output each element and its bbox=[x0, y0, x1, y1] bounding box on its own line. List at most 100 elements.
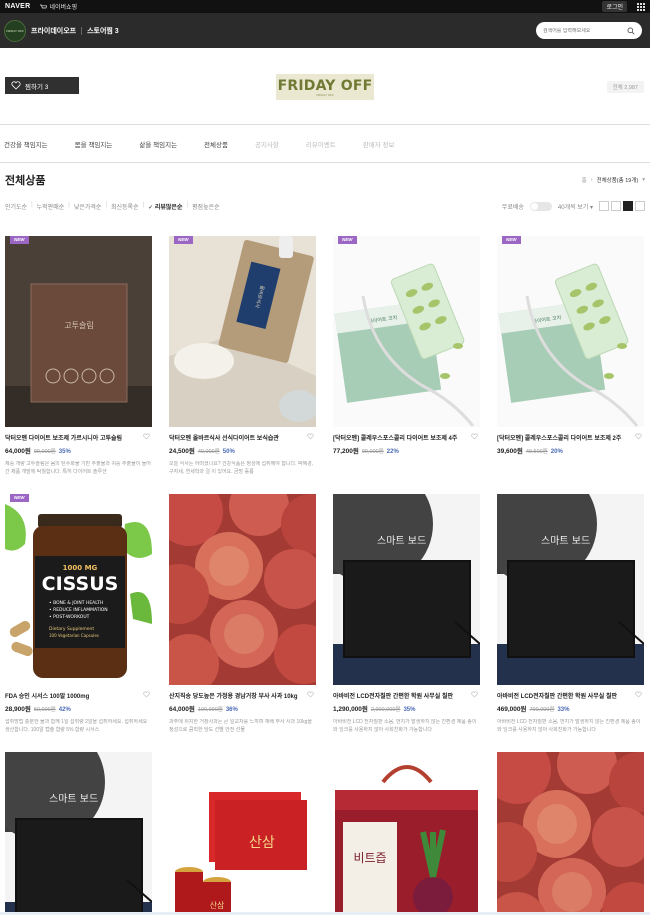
view-grid-icon[interactable] bbox=[623, 201, 633, 211]
visitor-count-badge: 전체 2,987 bbox=[606, 81, 644, 93]
breadcrumb-current[interactable]: 전체상품(총 19개) bbox=[597, 176, 639, 184]
svg-text:1000 MG: 1000 MG bbox=[63, 564, 98, 572]
svg-text:산삼: 산삼 bbox=[210, 900, 225, 910]
sort-option[interactable]: 누적판매순 bbox=[37, 202, 65, 211]
store-header-bar: FRIDAY OFF 프라이데이오프 스토어찜 3 bbox=[0, 13, 650, 48]
product-name[interactable]: [닥터오멘] 콜레우스포스콜리 다이어트 보조제 2주 bbox=[497, 433, 632, 442]
heart-icon[interactable] bbox=[471, 433, 478, 440]
category-tab[interactable]: 전체상품 bbox=[204, 139, 228, 149]
category-tab[interactable]: 삶을 책임지는 bbox=[139, 139, 177, 149]
sort-option[interactable]: 낮은가격순 bbox=[74, 202, 102, 211]
product-card[interactable]: 스마트 보드 아바비전 LCD전자칠판 간편한 학원 사무실 칠판 469,00… bbox=[497, 494, 644, 734]
product-image[interactable]: 다이어트 코치 bbox=[333, 236, 480, 427]
heart-icon[interactable] bbox=[635, 433, 642, 440]
product-name[interactable]: 닥터오멘 올바르식사 선식다이어트 보식습관 bbox=[169, 433, 304, 442]
product-thumbnail[interactable]: 고투슬림 NEW bbox=[5, 236, 152, 427]
category-tab[interactable]: 리뷰이벤트 bbox=[306, 139, 336, 149]
product-thumbnail[interactable]: 다이어트 코치 NEW bbox=[333, 236, 480, 427]
heart-icon[interactable] bbox=[143, 691, 150, 698]
product-card[interactable]: 산지직송 당도높은 가정용 경남거창 부사 사과 10kg 64,000원 10… bbox=[169, 494, 316, 734]
price-line: 469,000원 700,000원 33% bbox=[497, 703, 644, 713]
store-logo-text: FRIDAY OFF bbox=[6, 28, 24, 33]
heart-icon[interactable] bbox=[635, 691, 642, 698]
product-name[interactable]: 산지직송 당도높은 가정용 경남거창 부사 사과 10kg bbox=[169, 691, 304, 700]
naver-shopping-link[interactable]: 네이버쇼핑 bbox=[40, 2, 77, 11]
chevron-down-icon[interactable]: ▾ bbox=[642, 177, 645, 183]
follow-button[interactable]: 찜하기 3 bbox=[5, 77, 79, 94]
product-thumbnail[interactable]: 스마트 보드 bbox=[5, 752, 152, 915]
product-thumbnail[interactable]: 다이어트 코치 NEW bbox=[497, 236, 644, 427]
product-card[interactable]: 고투슬림 NEW 닥터오멘 다이어트 보조제 가르시니아 고투슬림 64,000원… bbox=[5, 236, 152, 476]
product-card[interactable]: 비트즙 bbox=[333, 752, 480, 915]
product-thumbnail[interactable]: 스마트 보드 bbox=[333, 494, 480, 685]
free-shipping-toggle[interactable] bbox=[529, 201, 552, 211]
product-image[interactable]: 다이어트 코치 bbox=[497, 236, 644, 427]
product-image[interactable] bbox=[169, 494, 316, 685]
category-tab[interactable]: 건강을 책임지는 bbox=[4, 139, 48, 149]
new-badge: NEW bbox=[174, 236, 193, 244]
price-line: 64,000원 100,000원 36% bbox=[169, 703, 316, 713]
heart-icon[interactable] bbox=[143, 433, 150, 440]
heart-icon[interactable] bbox=[307, 433, 314, 440]
sort-option[interactable]: 최신등록순 bbox=[111, 202, 139, 211]
category-tab[interactable]: 판매자 정보 bbox=[363, 139, 395, 149]
page-size-select[interactable]: 40개씩 보기 ▾ bbox=[558, 202, 593, 211]
product-card[interactable] bbox=[497, 752, 644, 915]
product-thumbnail[interactable]: 1000 MG CISSUS • BONE & JOINT HEALTH • R… bbox=[5, 494, 152, 685]
product-card[interactable]: 다이어트 코치 NEW [닥터오멘] 콜레우스포스콜리 다이어트 보조제 4주 7… bbox=[333, 236, 480, 476]
product-thumbnail[interactable] bbox=[497, 752, 644, 915]
store-follow-count[interactable]: 스토어찜 3 bbox=[87, 26, 119, 36]
heart-icon[interactable] bbox=[471, 691, 478, 698]
naver-logo[interactable]: NAVER bbox=[5, 3, 30, 10]
product-card[interactable]: 올바르식사 NEW 닥터오멘 올바르식사 선식다이어트 보식습관 24,500원 … bbox=[169, 236, 316, 476]
product-card[interactable]: 산삼 산삼 bbox=[169, 752, 316, 915]
sale-price: 77,200원 bbox=[333, 448, 359, 455]
heart-icon[interactable] bbox=[307, 691, 314, 698]
product-thumbnail[interactable]: 올바르식사 NEW bbox=[169, 236, 316, 427]
product-image[interactable]: 스마트 보드 bbox=[333, 494, 480, 685]
product-thumbnail[interactable] bbox=[169, 494, 316, 685]
product-image[interactable]: 스마트 보드 bbox=[497, 494, 644, 685]
product-card[interactable]: 다이어트 코치 NEW [닥터오멘] 콜레우스포스콜리 다이어트 보조제 2주 3… bbox=[497, 236, 644, 476]
product-image[interactable]: 올바르식사 bbox=[169, 236, 316, 427]
product-name[interactable]: 닥터오멘 다이어트 보조제 가르시니아 고투슬림 bbox=[5, 433, 140, 442]
product-card[interactable]: 1000 MG CISSUS • BONE & JOINT HEALTH • R… bbox=[5, 494, 152, 734]
product-image[interactable] bbox=[497, 752, 644, 915]
product-thumbnail[interactable]: 비트즙 bbox=[333, 752, 480, 915]
product-thumbnail[interactable]: 산삼 산삼 bbox=[169, 752, 316, 915]
search-input[interactable] bbox=[543, 27, 627, 34]
store-name[interactable]: 프라이데이오프 bbox=[31, 26, 76, 36]
friday-off-logo[interactable]: FRIDAY OFF FRIDAY OFF bbox=[276, 74, 374, 100]
sort-option[interactable]: 평점높은순 bbox=[192, 202, 220, 211]
product-image[interactable]: 고투슬림 bbox=[5, 236, 152, 427]
category-tab[interactable]: 공지사항 bbox=[255, 139, 279, 149]
sort-option[interactable]: ✓ 리뷰많은순 bbox=[148, 202, 182, 211]
product-card[interactable]: 스마트 보드 아바비전 LCD전자칠판 간편한 학원 사무실 칠판 1,290,… bbox=[333, 494, 480, 734]
store-logo[interactable]: FRIDAY OFF bbox=[4, 19, 26, 42]
product-name[interactable]: [닥터오멘] 콜레우스포스콜리 다이어트 보조제 4주 bbox=[333, 433, 468, 442]
product-name[interactable]: FDA 승인 시서스 100알 1000mg bbox=[5, 691, 140, 700]
product-image[interactable]: 1000 MG CISSUS • BONE & JOINT HEALTH • R… bbox=[5, 494, 152, 685]
search-icon[interactable] bbox=[627, 27, 635, 35]
product-image[interactable]: 비트즙 bbox=[333, 752, 480, 915]
sort-option[interactable]: 인기도순 bbox=[5, 202, 27, 211]
view-grid-large-icon[interactable] bbox=[635, 201, 645, 211]
cart-icon bbox=[40, 4, 48, 8]
product-image[interactable]: 스마트 보드 bbox=[5, 752, 152, 915]
new-badge: NEW bbox=[10, 236, 29, 244]
store-search-box[interactable] bbox=[536, 22, 642, 39]
sort-divider: | bbox=[142, 201, 145, 208]
breadcrumb-home[interactable]: 홈 bbox=[582, 176, 587, 184]
view-list-icon[interactable] bbox=[599, 201, 609, 211]
category-tab[interactable]: 몸을 책임지는 bbox=[75, 139, 113, 149]
product-name[interactable]: 아바비전 LCD전자칠판 간편한 학원 사무실 칠판 bbox=[497, 691, 632, 700]
product-image[interactable]: 산삼 산삼 bbox=[169, 752, 316, 915]
view-grid-small-icon[interactable] bbox=[611, 201, 621, 211]
login-button[interactable]: 로그인 bbox=[602, 1, 627, 12]
product-card[interactable]: 스마트 보드 bbox=[5, 752, 152, 915]
apps-grid-icon[interactable] bbox=[637, 2, 645, 11]
product-name[interactable]: 아바비전 LCD전자칠판 간편한 학원 사무실 칠판 bbox=[333, 691, 468, 700]
product-thumbnail[interactable]: 스마트 보드 bbox=[497, 494, 644, 685]
breadcrumb-chevron-icon: › bbox=[590, 176, 593, 183]
new-badge: NEW bbox=[10, 494, 29, 502]
